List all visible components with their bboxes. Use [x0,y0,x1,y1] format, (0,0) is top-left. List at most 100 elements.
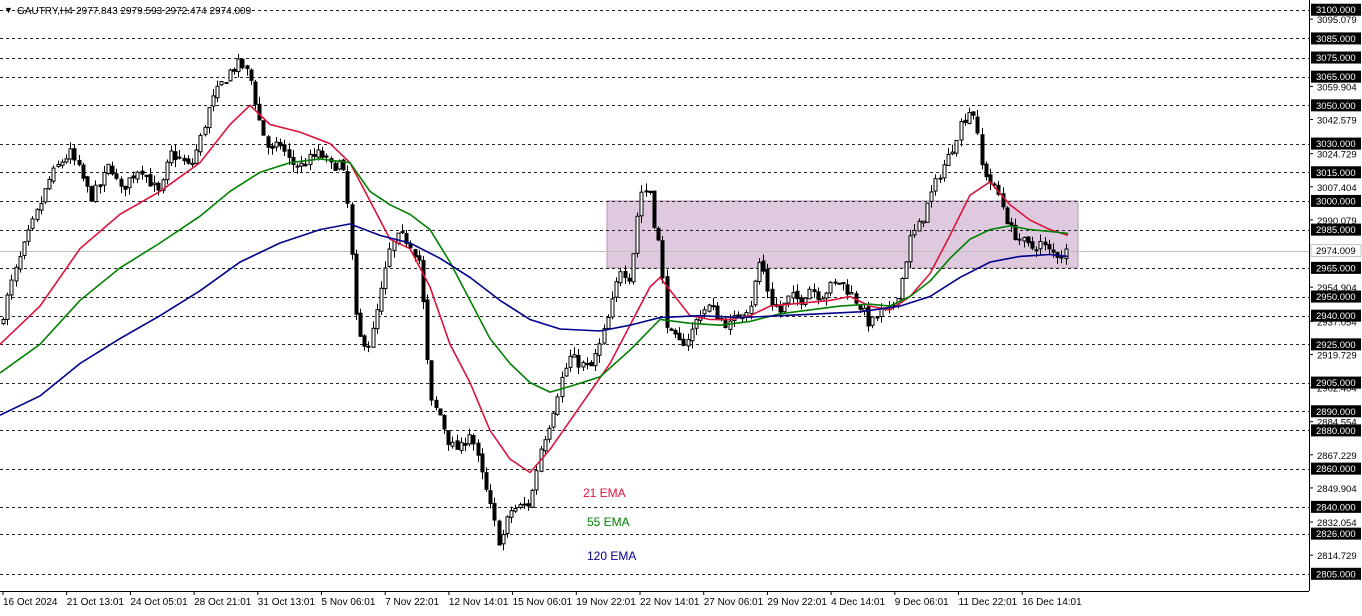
candle-body [438,408,443,416]
candle-body [270,145,275,149]
price-tick-label: 2867.229 [1317,451,1357,462]
price-tick-label: 2849.904 [1317,484,1357,495]
time-tick-label: 27 Nov 06:01 [704,597,764,608]
candle-body [875,316,880,319]
candle-body [72,148,77,161]
candle-body [471,435,476,445]
ema21-label: 21 EMA [583,486,626,500]
candle-body [203,126,208,136]
candle-body [224,81,229,84]
candle-body [568,355,573,368]
candle-body [597,343,602,356]
level-price-text: 2826.000 [1316,529,1356,540]
candle-body [534,470,539,491]
candle-body [89,186,94,202]
candle-body [291,156,296,165]
candle-body [484,472,489,490]
price-chart[interactable]: 3095.079 3059.904 3042.579 3024.729 3007.404… [0,0,1362,611]
candle-body [513,507,518,512]
candle-body [51,167,56,182]
candle-body [198,135,203,153]
candle-body [950,151,955,155]
candle-body [778,305,783,313]
candle-body [627,277,632,282]
level-price-text: 2860.000 [1316,464,1356,475]
candle-body [606,316,611,329]
candle-body [1038,241,1043,250]
candle-body [929,191,934,202]
candle-body [77,159,82,166]
price-tick-label: 3042.579 [1317,116,1357,127]
candle-body [253,81,258,105]
time-tick-label: 16 Oct 2024 [3,597,58,608]
candle-body [186,158,191,164]
candle-body [656,227,661,241]
candle-body [18,256,23,270]
candle-body [240,58,245,69]
time-tick-label: 21 Oct 13:01 [67,597,125,608]
candle-body [547,427,552,440]
time-tick-label: 19 Nov 22:01 [576,597,636,608]
header-marker[interactable]: ▼ [4,5,13,15]
candle-body [564,367,569,377]
candle-body [417,255,422,261]
candle-body [635,215,640,254]
candle-body [425,299,430,361]
candle-body [518,504,523,508]
time-tick-label: 24 Oct 05:01 [130,597,188,608]
candle-body [501,534,506,545]
price-tick-label: 2832.054 [1317,518,1357,529]
candle-body [1047,244,1052,250]
candle-body [358,312,363,337]
candle-body [1017,238,1022,241]
price-tick-label: 3095.079 [1317,15,1357,26]
candle-body [245,65,250,70]
candle-body [22,241,27,256]
candle-body [26,229,31,242]
candle-body [497,520,502,546]
candle-body [320,150,325,158]
candle-body [400,231,405,234]
candle-body [295,165,300,168]
candle-body [681,338,686,347]
candle-body [812,289,817,293]
candle-body [1,318,6,325]
candle-body [677,332,682,341]
level-price-text: 3030.000 [1316,139,1356,150]
candle-body [488,490,493,504]
time-tick-label: 22 Nov 14:01 [640,597,700,608]
candle-body [576,355,581,368]
candle-body [673,329,678,335]
candle-body [165,161,170,181]
candle-body [530,489,535,508]
candle-body [98,184,103,188]
candle-body [980,134,985,166]
candle-body [362,335,367,347]
candle-body [236,58,241,73]
candle-body [593,353,598,367]
candle-body [110,165,115,175]
time-tick-label: 12 Nov 14:01 [449,597,509,608]
time-tick-label: 11 Dec 22:01 [959,597,1018,608]
candle-body [64,158,69,163]
candle-body [631,253,636,283]
candle-body [933,178,938,192]
time-tick-label: 16 Dec 14:01 [1022,597,1082,608]
candle-body [434,399,439,409]
price-tick-label: 2919.729 [1317,350,1357,361]
level-price-text: 3075.000 [1316,53,1356,64]
candle-body [366,345,371,348]
candle-body [543,439,548,452]
candle-body [728,320,733,330]
candle-body [975,116,980,134]
candle-body [429,360,434,401]
candle-body [967,112,972,125]
time-tick-label: 7 Nov 22:01 [385,597,439,608]
candle-body [144,174,149,177]
candle-body [791,292,796,299]
level-price-text: 3085.000 [1316,34,1356,45]
candle-body [102,172,107,186]
candle-body [828,281,833,294]
candle-body [446,430,451,445]
candle-body [383,267,388,290]
